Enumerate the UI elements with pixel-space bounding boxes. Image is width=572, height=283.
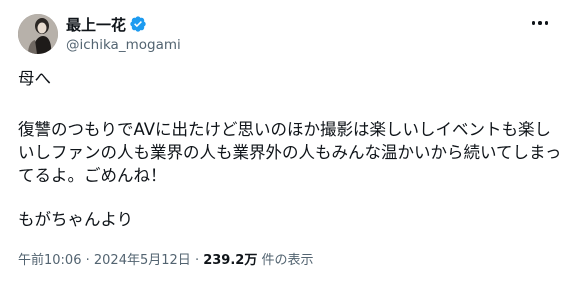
more-horizontal-icon[interactable] (528, 13, 552, 33)
tweet-card: 最上一花 @ichika_mogami 母へ 復讐のつもりでAVに出たけど思いの… (0, 0, 572, 283)
meta-separator: · (194, 253, 200, 268)
more-dot (544, 21, 549, 25)
tweet-signature: もがちゃんより (18, 210, 134, 229)
tweet-date: 2024年5月12日 (93, 253, 191, 268)
tweet-time: 午前10:06 (18, 253, 82, 268)
avatar[interactable] (18, 14, 58, 54)
meta-separator: · (85, 253, 90, 268)
tweet-timestamp-link[interactable]: 午前10:06 · 2024年5月12日 (18, 253, 191, 268)
author-name-row[interactable]: 最上一花 (66, 14, 147, 34)
tweet-greeting: 母へ (18, 69, 51, 88)
tweet-body: 復讐のつもりでAVに出たけど思いのほか撮影は楽しいしイベントも楽しいしファンの人… (18, 120, 562, 185)
author-display-name[interactable]: 最上一花 (66, 14, 126, 35)
verified-badge-icon (129, 15, 147, 33)
tweet-meta: 午前10:06 · 2024年5月12日 · 239.2万 件の表示 (18, 249, 314, 268)
views-label: 件の表示 (261, 253, 314, 268)
author-handle[interactable]: @ichika_mogami (66, 37, 181, 53)
more-dot (531, 21, 536, 25)
views-count: 239.2万 (203, 253, 258, 268)
avatar-image (18, 14, 58, 54)
more-dot (538, 21, 542, 25)
